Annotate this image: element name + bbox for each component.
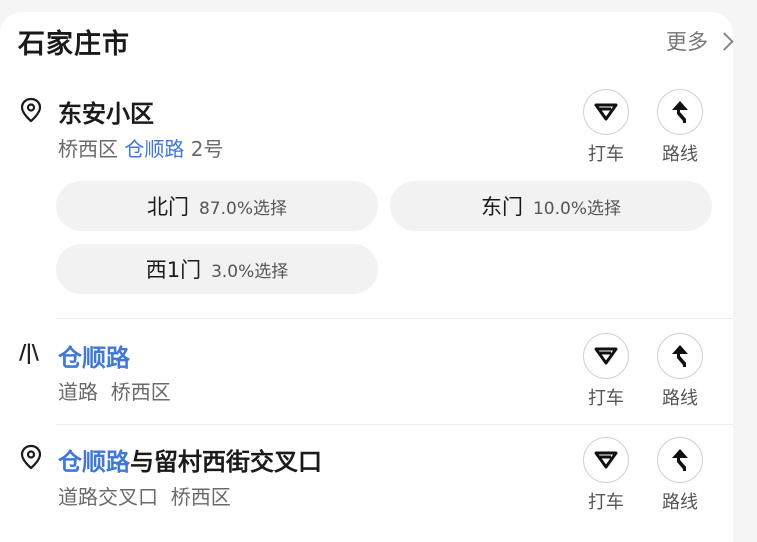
result-subtitle: 道路交叉口 桥西区 (58, 485, 231, 509)
address-street: 仓顺路 (124, 137, 185, 161)
gate-button-north[interactable]: 北门 87.0%选择 (56, 181, 378, 231)
gate-percent: 10.0%选择 (532, 198, 621, 219)
taxi-icon (594, 451, 618, 469)
divider (56, 424, 733, 425)
divider (56, 318, 733, 319)
route-arrow-icon (672, 101, 688, 123)
more-button[interactable]: 更多 (666, 26, 734, 56)
route-icon-circle (657, 333, 703, 379)
title-rest: 与留村西街交叉口 (130, 448, 322, 476)
result-title: 仓顺路 (58, 338, 130, 373)
gate-button-east[interactable]: 东门 10.0%选择 (390, 181, 712, 231)
chevron-right-icon (715, 32, 734, 51)
city-title: 石家庄市 (18, 29, 130, 60)
route-label: 路线 (662, 388, 698, 409)
taxi-icon (594, 103, 618, 121)
gate-percent: 3.0%选择 (211, 261, 289, 282)
taxi-icon-circle (583, 89, 629, 135)
taxi-label: 打车 (588, 388, 624, 409)
route-arrow-icon (672, 449, 688, 471)
gate-percent: 87.0%选择 (198, 198, 287, 219)
location-pin-icon (20, 444, 42, 470)
address-number: 2号 (184, 137, 224, 161)
taxi-icon-circle (583, 333, 629, 379)
result-title: 东安小区 (58, 100, 154, 128)
taxi-label: 打车 (588, 492, 624, 513)
route-arrow-icon (672, 345, 688, 367)
route-label: 路线 (662, 144, 698, 165)
taxi-label: 打车 (588, 144, 624, 165)
address-district: 桥西区 (58, 137, 125, 161)
title-highlight: 仓顺路 (58, 344, 130, 372)
title-highlight: 仓顺路 (58, 448, 130, 476)
road-icon: /|\ (19, 340, 39, 364)
gate-name: 北门 (146, 195, 189, 219)
result-address: 桥西区 仓顺路 2号 (58, 133, 223, 162)
gate-name: 东门 (480, 195, 523, 219)
more-label: 更多 (666, 30, 708, 54)
result-title: 仓顺路与留村西街交叉口 (58, 442, 322, 477)
route-button[interactable]: 路线 (650, 333, 710, 410)
route-label: 路线 (662, 492, 698, 513)
taxi-icon-circle (583, 437, 629, 483)
route-button[interactable]: 路线 (650, 89, 710, 166)
taxi-button[interactable]: 打车 (576, 437, 636, 514)
route-icon-circle (657, 89, 703, 135)
gate-name: 西1门 (145, 258, 202, 282)
gate-button-west1[interactable]: 西1门 3.0%选择 (56, 244, 378, 294)
result-subtitle: 道路 桥西区 (58, 380, 171, 404)
location-pin-icon (20, 97, 42, 123)
taxi-button[interactable]: 打车 (576, 333, 636, 410)
taxi-button[interactable]: 打车 (576, 89, 636, 166)
route-icon-circle (657, 437, 703, 483)
route-button[interactable]: 路线 (650, 437, 710, 514)
taxi-icon (594, 347, 618, 365)
